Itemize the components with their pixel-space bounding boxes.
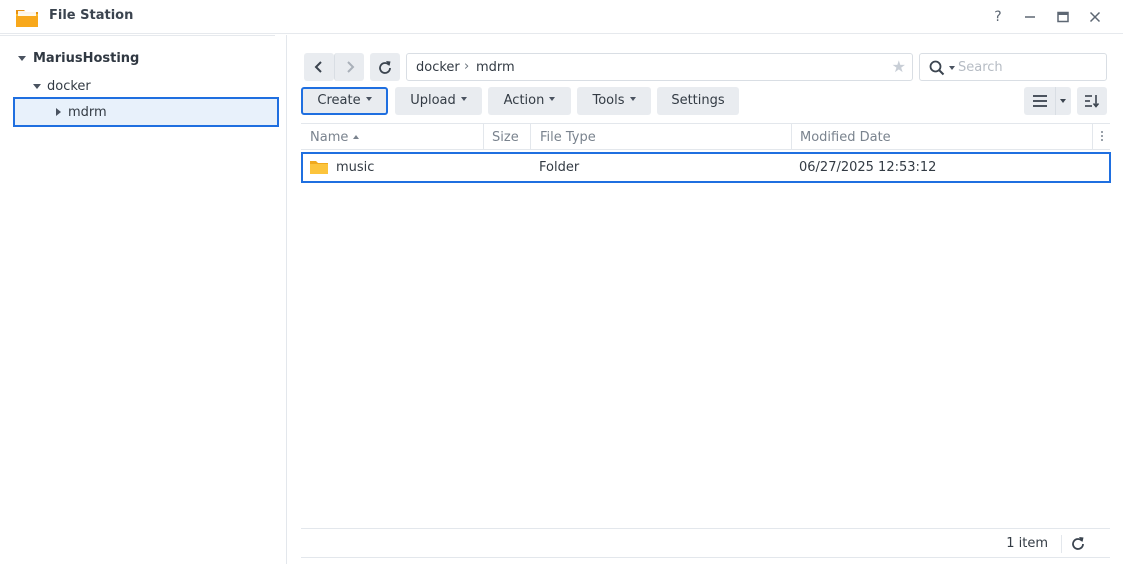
- upload-button-label: Upload: [410, 93, 456, 108]
- file-list-header: Name Size File Type Modified Date: [301, 123, 1110, 150]
- file-modified-date: 06/27/2025 12:53:12: [799, 160, 937, 175]
- tree-item-mdrm[interactable]: mdrm: [13, 97, 279, 127]
- chevron-left-icon: [314, 61, 322, 73]
- maximize-icon[interactable]: [1051, 5, 1075, 29]
- list-view-icon: [1033, 95, 1047, 107]
- file-name: music: [336, 160, 375, 175]
- tree-item-label: docker: [47, 79, 91, 94]
- search-icon[interactable]: [929, 60, 945, 76]
- tree-item-mariushosting[interactable]: MariusHosting: [0, 48, 280, 72]
- file-browser-main: docker › mdrm ★ Create Upload Action Too…: [288, 35, 1123, 564]
- caret-right-icon[interactable]: [56, 108, 61, 116]
- refresh-button[interactable]: [370, 53, 400, 81]
- minimize-icon[interactable]: [1018, 5, 1042, 29]
- breadcrumb-docker[interactable]: docker: [416, 60, 460, 75]
- action-button[interactable]: Action: [488, 87, 571, 115]
- view-mode-button[interactable]: [1024, 87, 1071, 115]
- tools-button-label: Tools: [592, 93, 625, 108]
- action-button-label: Action: [503, 93, 545, 108]
- settings-button-label: Settings: [671, 93, 725, 108]
- chevron-down-icon: [460, 96, 467, 101]
- caret-down-icon[interactable]: [33, 84, 41, 89]
- create-button[interactable]: Create: [301, 87, 388, 115]
- tree-item-label: MariusHosting: [33, 51, 140, 66]
- file-type: Folder: [539, 160, 580, 175]
- chevron-down-icon: [365, 96, 372, 101]
- title-bar: File Station ?: [0, 0, 1123, 34]
- caret-down-icon[interactable]: [18, 56, 26, 61]
- chevron-down-icon[interactable]: [949, 66, 955, 70]
- sort-icon: [1085, 95, 1100, 108]
- chevron-down-icon: [1060, 99, 1066, 103]
- folder-tree-sidebar: MariusHosting docker mdrm: [0, 35, 287, 564]
- status-footer: 1 item: [301, 528, 1110, 558]
- chevron-down-icon: [629, 96, 636, 101]
- path-bar[interactable]: docker › mdrm ★: [406, 53, 913, 81]
- forward-button[interactable]: [334, 53, 364, 81]
- column-options-icon[interactable]: [1098, 129, 1106, 145]
- file-row-music[interactable]: music Folder 06/27/2025 12:53:12: [301, 152, 1111, 183]
- back-button[interactable]: [304, 53, 334, 81]
- close-icon[interactable]: [1083, 5, 1107, 29]
- tree-item-label: mdrm: [68, 105, 107, 120]
- refresh-icon[interactable]: [1071, 536, 1085, 550]
- column-name-header[interactable]: Name: [310, 130, 360, 145]
- chevron-right-icon: [346, 61, 354, 73]
- app-title: File Station: [49, 8, 134, 23]
- create-button-label: Create: [317, 93, 361, 108]
- folder-icon: [310, 161, 328, 174]
- item-count: 1 item: [1006, 536, 1048, 551]
- tools-button[interactable]: Tools: [577, 87, 651, 115]
- column-size-header[interactable]: Size: [492, 130, 519, 145]
- refresh-icon: [379, 61, 391, 74]
- column-modified-date-header[interactable]: Modified Date: [800, 130, 891, 145]
- sort-button[interactable]: [1077, 87, 1107, 115]
- search-input[interactable]: [958, 57, 1098, 77]
- star-icon[interactable]: ★: [892, 59, 906, 75]
- breadcrumb-mdrm[interactable]: mdrm: [476, 60, 515, 75]
- file-station-app-icon: [16, 10, 38, 27]
- settings-button[interactable]: Settings: [657, 87, 739, 115]
- chevron-down-icon: [549, 96, 556, 101]
- breadcrumb-separator: ›: [464, 59, 470, 74]
- search-box[interactable]: [919, 53, 1107, 81]
- column-file-type-header[interactable]: File Type: [540, 130, 596, 145]
- sort-ascending-icon: [353, 135, 360, 139]
- help-button[interactable]: ?: [986, 5, 1010, 29]
- upload-button[interactable]: Upload: [395, 87, 482, 115]
